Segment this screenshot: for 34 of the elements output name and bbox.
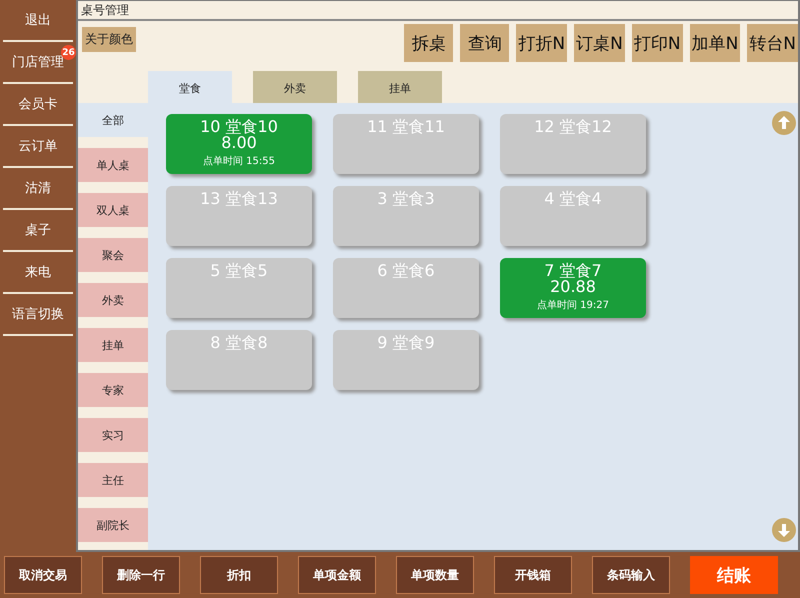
toolbar-button[interactable]: 加单N: [690, 24, 740, 62]
table-tile[interactable]: 7 堂食7 20.88 点单时间 19:27: [500, 258, 646, 318]
window-title: 桌号管理: [81, 2, 129, 18]
action-button[interactable]: 折扣: [200, 556, 278, 594]
action-button[interactable]: 单项金额: [298, 556, 376, 594]
category-item[interactable]: 主任: [78, 463, 148, 497]
toolbar-button[interactable]: 拆桌: [404, 24, 454, 62]
scroll-down-icon[interactable]: [772, 518, 796, 542]
action-button[interactable]: 开钱箱: [494, 556, 572, 594]
color-legend-button[interactable]: 关于颜色: [82, 27, 136, 52]
toolbar-button[interactable]: 打印N: [632, 24, 683, 62]
action-button[interactable]: 单项数量: [396, 556, 474, 594]
toolbar-button[interactable]: 转台N: [747, 24, 798, 62]
category-item[interactable]: 聚会: [78, 238, 148, 272]
category-item[interactable]: 副院长: [78, 508, 148, 542]
toolbar-button[interactable]: 打折N: [516, 24, 568, 62]
table-tile[interactable]: 10 堂食10 8.00 点单时间 15:55: [166, 114, 312, 174]
category-item[interactable]: 单人桌: [78, 148, 148, 182]
category-item[interactable]: 专家: [78, 373, 148, 407]
toolbar-button[interactable]: 订桌N: [574, 24, 625, 62]
action-button[interactable]: 删除一行: [102, 556, 180, 594]
category-item[interactable]: 外卖: [78, 283, 148, 317]
scroll-up-icon[interactable]: [772, 111, 796, 135]
tab[interactable]: 堂食: [148, 71, 232, 103]
category-item[interactable]: 实习: [78, 418, 148, 452]
toolbar-button[interactable]: 查询: [460, 24, 510, 62]
category-item[interactable]: 挂单: [78, 328, 148, 362]
tab[interactable]: 外卖: [253, 71, 337, 103]
tab[interactable]: 挂单: [358, 71, 442, 103]
sidebar-item[interactable]: 门店管理 26: [3, 42, 73, 84]
action-button[interactable]: 取消交易: [4, 556, 82, 594]
category-item[interactable]: 全部: [78, 103, 148, 137]
action-button[interactable]: 条码输入: [592, 556, 670, 594]
category-item[interactable]: 双人桌: [78, 193, 148, 227]
